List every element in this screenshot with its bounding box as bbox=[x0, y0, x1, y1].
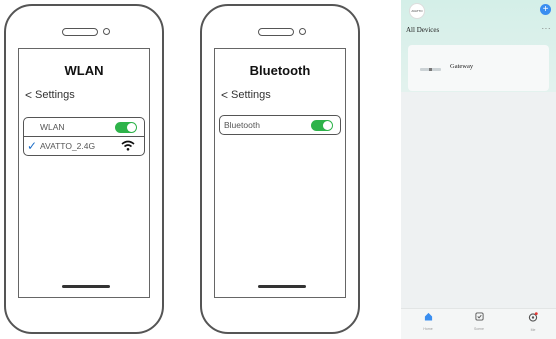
camera-icon bbox=[299, 28, 306, 35]
bluetooth-toggle-row[interactable]: Bluetooth bbox=[220, 116, 340, 134]
add-device-button[interactable]: + bbox=[540, 4, 551, 15]
network-row[interactable]: ✓ AVATTO_2.4G bbox=[24, 137, 144, 155]
wlan-settings-box: WLAN ✓ AVATTO_2.4G bbox=[23, 117, 145, 156]
wlan-toggle-row[interactable]: WLAN bbox=[24, 118, 144, 137]
back-label: Settings bbox=[231, 89, 271, 101]
page-title: WLAN bbox=[64, 63, 104, 78]
section-title[interactable]: All Devices bbox=[406, 26, 439, 34]
tab-me[interactable]: Me bbox=[518, 312, 548, 332]
bluetooth-settings-box: Bluetooth bbox=[219, 115, 341, 135]
back-button[interactable]: < Settings bbox=[25, 89, 75, 101]
checkmark-icon: ✓ bbox=[27, 139, 38, 153]
scene-icon bbox=[464, 312, 494, 324]
tab-label: Me bbox=[530, 328, 536, 332]
wlan-label: WLAN bbox=[40, 122, 65, 132]
tab-home[interactable]: Home bbox=[413, 312, 443, 331]
home-indicator bbox=[258, 285, 306, 288]
device-card[interactable]: Gateway bbox=[408, 45, 549, 91]
tab-scene[interactable]: Scene bbox=[464, 312, 494, 331]
gateway-icon bbox=[420, 68, 441, 71]
tab-label: Home bbox=[423, 327, 433, 331]
logo-text: AVATTO bbox=[411, 9, 423, 13]
chevron-left-icon: < bbox=[221, 88, 229, 102]
bluetooth-screen: Bluetooth < Settings Bluetooth bbox=[214, 48, 346, 298]
page-title: Bluetooth bbox=[249, 63, 311, 78]
wlan-screen: WLAN < Settings WLAN ✓ AVATTO_2.4G bbox=[18, 48, 150, 298]
more-icon[interactable]: ··· bbox=[542, 24, 552, 33]
back-button[interactable]: < Settings bbox=[221, 89, 271, 101]
chevron-left-icon: < bbox=[25, 88, 33, 102]
bluetooth-toggle[interactable] bbox=[311, 119, 333, 131]
speaker-icon bbox=[258, 28, 294, 36]
network-name: AVATTO_2.4G bbox=[40, 141, 96, 151]
bluetooth-phone-illustration: Bluetooth < Settings Bluetooth bbox=[200, 4, 360, 334]
bluetooth-label: Bluetooth bbox=[224, 120, 260, 130]
app-screenshot: AVATTO + All Devices ··· Gateway Home Sc… bbox=[401, 0, 556, 339]
speaker-icon bbox=[62, 28, 98, 36]
device-name: Gateway bbox=[450, 63, 474, 70]
wlan-toggle[interactable] bbox=[115, 121, 137, 133]
tab-bar: Home Scene Me bbox=[401, 308, 556, 339]
me-icon bbox=[518, 312, 548, 325]
camera-icon bbox=[103, 28, 110, 35]
wlan-phone-illustration: WLAN < Settings WLAN ✓ AVATTO_2.4G bbox=[4, 4, 164, 334]
wifi-icon bbox=[121, 140, 135, 151]
home-icon bbox=[413, 312, 443, 324]
home-indicator bbox=[62, 285, 110, 288]
back-label: Settings bbox=[35, 89, 75, 101]
tab-label: Scene bbox=[474, 327, 484, 331]
avatar[interactable]: AVATTO bbox=[409, 3, 425, 19]
